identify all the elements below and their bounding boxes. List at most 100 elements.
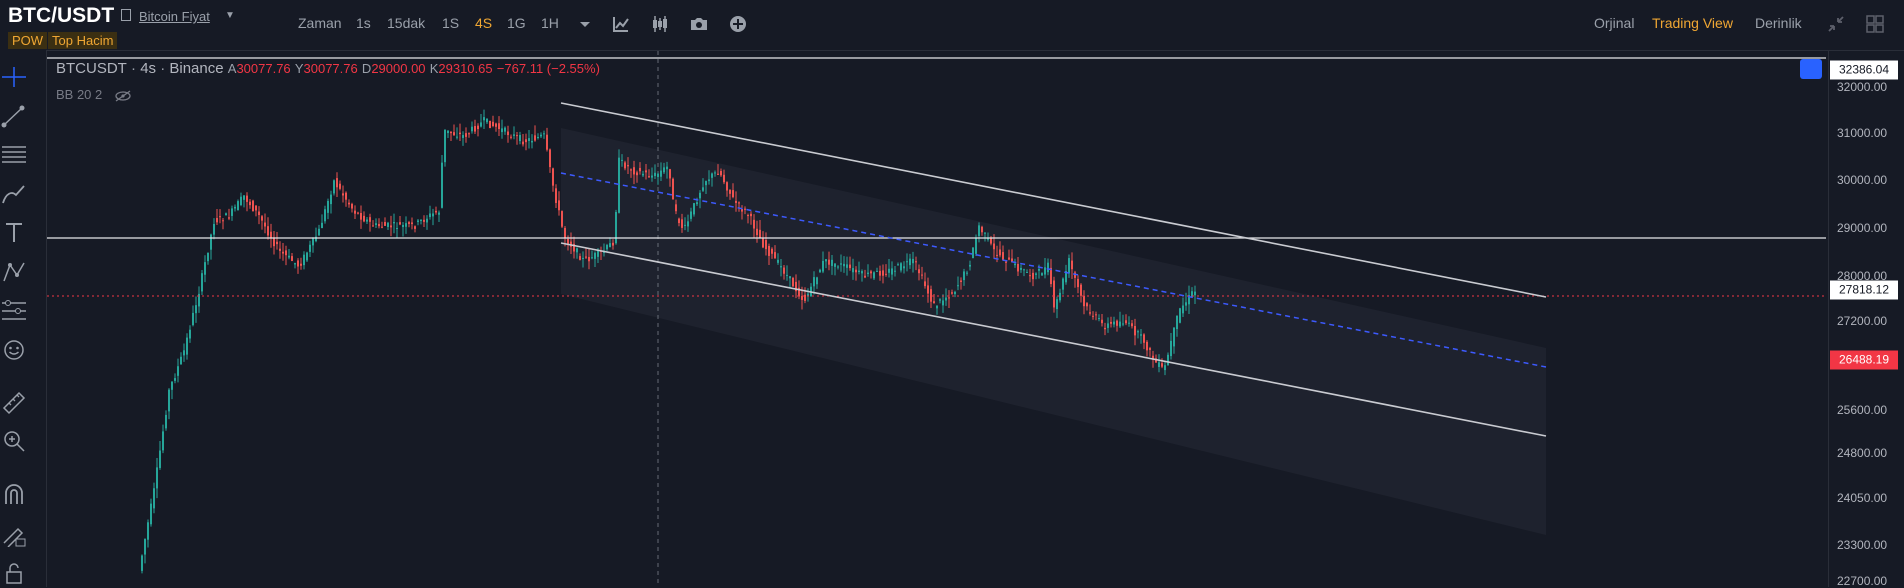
price-label-last: 26488.19 bbox=[1830, 350, 1898, 370]
candle-body bbox=[1062, 278, 1064, 290]
zoom-in-icon[interactable] bbox=[0, 428, 28, 454]
candle-body bbox=[384, 222, 386, 226]
candle-body bbox=[963, 271, 965, 281]
candle-body bbox=[396, 228, 398, 230]
coin-name-link[interactable]: Bitcoin Fiyat bbox=[139, 9, 210, 24]
candle-body bbox=[426, 218, 428, 223]
candle-body bbox=[351, 203, 353, 209]
candle-body bbox=[816, 277, 818, 285]
tf-time[interactable]: Zaman bbox=[298, 15, 342, 31]
candle-body bbox=[246, 195, 248, 202]
tab-derinlik[interactable]: Derinlik bbox=[1755, 15, 1802, 31]
candle-body bbox=[639, 167, 641, 172]
camera-icon[interactable] bbox=[689, 14, 709, 34]
candle-body bbox=[1089, 312, 1091, 314]
candle-body bbox=[1113, 321, 1115, 325]
candle-body bbox=[216, 218, 218, 223]
tf-15dak[interactable]: 15dak bbox=[387, 15, 425, 31]
candle-body bbox=[909, 258, 911, 266]
tf-1S[interactable]: 1S bbox=[442, 15, 459, 31]
candle-body bbox=[1017, 264, 1019, 272]
candle-body bbox=[462, 135, 464, 138]
candle-body bbox=[927, 285, 929, 294]
tf-1G[interactable]: 1G bbox=[507, 15, 526, 31]
candle-body bbox=[390, 225, 392, 228]
candle-body bbox=[366, 219, 368, 222]
candle-body bbox=[849, 264, 851, 269]
candle-body bbox=[1194, 291, 1196, 296]
candle-body bbox=[648, 176, 650, 178]
prediction-icon[interactable] bbox=[0, 298, 28, 324]
candle-body bbox=[1170, 340, 1172, 357]
candle-body bbox=[1119, 321, 1121, 327]
candle-body bbox=[186, 337, 188, 355]
candle-body bbox=[387, 222, 389, 227]
price-tick: 30000.00 bbox=[1837, 173, 1888, 187]
emoji-icon[interactable] bbox=[0, 337, 28, 363]
price-tick: 27200.00 bbox=[1837, 314, 1888, 328]
candle-body bbox=[1176, 315, 1178, 330]
candle-body bbox=[777, 259, 779, 263]
candle-body bbox=[333, 180, 335, 194]
candle-body bbox=[495, 123, 497, 127]
candle-body bbox=[1083, 295, 1085, 307]
candle-body bbox=[282, 251, 284, 254]
brush-icon[interactable] bbox=[0, 181, 28, 207]
candle-body bbox=[1158, 362, 1160, 367]
legend-exchange: Binance bbox=[169, 60, 224, 77]
tf-1s[interactable]: 1s bbox=[356, 15, 371, 31]
candle-body bbox=[915, 261, 917, 263]
candle-body bbox=[1059, 292, 1061, 301]
collapse-icon[interactable] bbox=[1826, 14, 1846, 34]
ruler-icon[interactable] bbox=[0, 389, 28, 415]
candle-body bbox=[432, 213, 434, 217]
document-icon[interactable] bbox=[121, 9, 131, 21]
legend-low-label: D bbox=[361, 61, 372, 76]
candle-body bbox=[759, 229, 761, 239]
candle-body bbox=[234, 206, 236, 209]
candle-body bbox=[1098, 318, 1100, 320]
top-toolbar: BTC/USDT Bitcoin Fiyat ▼ POW Top Hacim Z… bbox=[0, 0, 1904, 51]
candle-body bbox=[471, 126, 473, 132]
candle-body bbox=[459, 132, 461, 135]
magnet-icon[interactable] bbox=[0, 482, 28, 508]
text-icon[interactable] bbox=[0, 220, 28, 246]
candle-body bbox=[300, 263, 302, 266]
pattern-icon[interactable] bbox=[0, 259, 28, 285]
tab-trading-view[interactable]: Trading View bbox=[1652, 15, 1733, 31]
fib-lines-icon[interactable] bbox=[0, 142, 28, 168]
crosshair-icon[interactable] bbox=[0, 64, 28, 90]
trend-line-icon[interactable] bbox=[0, 103, 28, 129]
candle-body bbox=[936, 305, 938, 309]
indicator-row: BB 20 2 bbox=[56, 87, 132, 102]
layout-grid-icon[interactable] bbox=[1865, 14, 1885, 34]
candle-body bbox=[630, 169, 632, 171]
price-chart[interactable] bbox=[47, 51, 1826, 587]
candle-body bbox=[504, 127, 506, 132]
candle-body bbox=[237, 201, 239, 211]
sync-line-button[interactable] bbox=[1800, 59, 1822, 79]
candle-body bbox=[1146, 341, 1148, 351]
candle-body bbox=[225, 213, 227, 216]
candle-body bbox=[1050, 267, 1052, 285]
tab-orjinal[interactable]: Orjinal bbox=[1594, 15, 1634, 31]
tf-1H[interactable]: 1H bbox=[541, 15, 559, 31]
candle-body bbox=[729, 189, 731, 194]
candle-body bbox=[528, 138, 530, 141]
chevron-down-icon[interactable]: ▼ bbox=[225, 10, 235, 21]
indicator-name: BB 20 2 bbox=[56, 87, 103, 102]
caret-down-icon[interactable] bbox=[575, 14, 595, 34]
hidden-eye-icon[interactable] bbox=[114, 90, 132, 102]
candle-body bbox=[1164, 365, 1166, 371]
lock-drawing-icon[interactable] bbox=[0, 521, 28, 547]
candles-icon[interactable] bbox=[650, 14, 670, 34]
candle-body bbox=[783, 267, 785, 274]
candle-body bbox=[1047, 262, 1049, 273]
indicator-icon[interactable] bbox=[611, 14, 631, 34]
tf-4S[interactable]: 4S bbox=[475, 15, 492, 31]
candle-body bbox=[363, 215, 365, 222]
candle-body bbox=[690, 211, 692, 219]
lock-icon[interactable] bbox=[0, 560, 28, 586]
candle-body bbox=[774, 252, 776, 259]
plus-circle-icon[interactable] bbox=[728, 14, 748, 34]
